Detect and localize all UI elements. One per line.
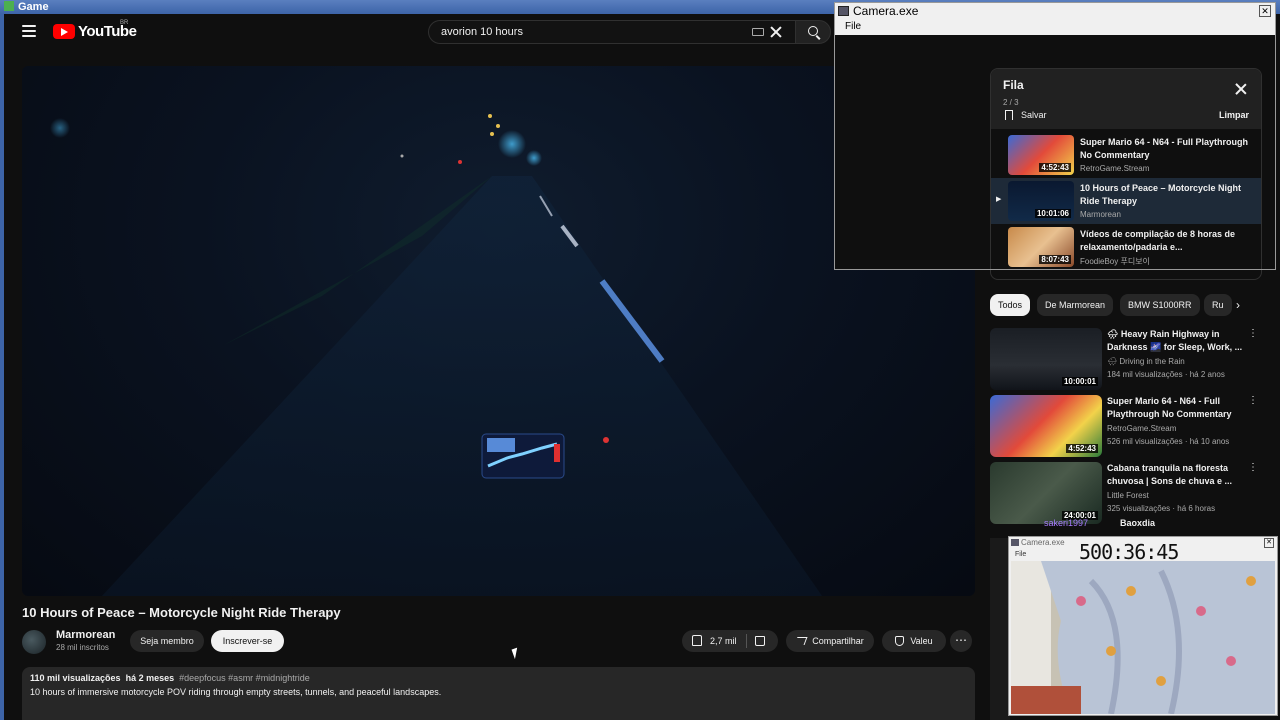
recommendation-channel: Little Forest <box>1107 491 1149 500</box>
more-vert-icon[interactable]: ⋮ <box>1248 462 1258 473</box>
more-vert-icon[interactable]: ⋮ <box>1248 395 1258 406</box>
filter-chips: Todos De Marmorean BMW S1000RR Ru › <box>990 294 1262 316</box>
description-text: 10 hours of immersive motorcycle POV rid… <box>30 687 442 697</box>
share-button[interactable]: Compartilhar <box>786 630 874 652</box>
recommendation-channel: RetroGame.Stream <box>1107 424 1177 433</box>
view-count: 110 mil visualizações <box>30 673 121 683</box>
channel-name[interactable]: Marmorean <box>56 629 115 641</box>
dislike-icon[interactable] <box>755 636 765 646</box>
recommendation-duration: 4:52:43 <box>1066 444 1098 453</box>
youtube-play-icon <box>53 24 75 39</box>
camera-window-body <box>835 35 989 269</box>
subscriber-count: 28 mil inscritos <box>56 643 109 652</box>
recommendation-thumbnail: 24:00:01 <box>990 462 1102 524</box>
search-input[interactable]: avorion 10 hours <box>428 20 795 44</box>
camera-app-icon <box>1011 539 1019 546</box>
recommendation-meta: 325 visualizações · há 6 horas <box>1107 504 1216 513</box>
channel-avatar[interactable] <box>22 630 46 654</box>
thanks-button[interactable]: Valeu <box>882 630 946 652</box>
chip-bmw[interactable]: BMW S1000RR <box>1120 294 1200 316</box>
like-dislike-group: 2,7 mil <box>682 630 778 652</box>
video-title: 10 Hours of Peace – Motorcycle Night Rid… <box>22 605 341 620</box>
search-query: avorion 10 hours <box>441 26 523 38</box>
overlay-chat-text: Baoxdia <box>1120 518 1156 528</box>
subscribe-button[interactable]: Inscrever-se <box>211 630 284 652</box>
chip-all[interactable]: Todos <box>990 294 1031 316</box>
recommendation-item[interactable]: 10:00:01 🌧 Heavy Rain Highway in Darknes… <box>990 328 1262 390</box>
recommendation-channel: 🌧 Driving in the Rain <box>1107 357 1185 366</box>
close-window-button[interactable]: ✕ <box>1264 538 1274 548</box>
share-label: Compartilhar <box>812 636 864 646</box>
chip-partial[interactable]: Ru <box>1204 294 1232 316</box>
more-actions-button[interactable]: ⋯ <box>950 630 972 652</box>
recommendation-thumbnail: 10:00:01 <box>990 328 1102 390</box>
video-player[interactable] <box>22 66 975 596</box>
like-count[interactable]: 2,7 mil <box>710 630 737 652</box>
recommendation-item[interactable]: 24:00:01 Cabana tranquila na floresta ch… <box>990 462 1262 524</box>
chevron-right-icon[interactable]: › <box>1236 298 1240 312</box>
like-icon[interactable] <box>692 635 702 646</box>
search-button[interactable] <box>795 20 831 44</box>
keyboard-icon[interactable] <box>752 28 764 36</box>
recommendation-thumbnail: 4:52:43 <box>990 395 1102 457</box>
recommendation-item[interactable]: 4:52:43 Super Mario 64 - N64 - Full Play… <box>990 395 1262 457</box>
chip-from-channel[interactable]: De Marmorean <box>1037 294 1114 316</box>
recommendation-title: 🌧 Heavy Rain Highway in Darkness 🌌 for S… <box>1107 329 1243 352</box>
search-icon <box>808 26 818 36</box>
region-code: BR <box>120 20 129 26</box>
webcam-feed <box>1011 561 1275 714</box>
clear-search-icon[interactable] <box>769 25 783 39</box>
camera-window-bottom: Camera.exe ✕ File 500:36:45 <box>1008 536 1278 716</box>
file-menu[interactable]: File <box>845 21 861 32</box>
camera-window-titlebar[interactable]: Camera.exe <box>835 3 1275 19</box>
menu-icon[interactable] <box>22 25 36 37</box>
video-frame <box>50 114 822 596</box>
description-box[interactable]: 110 mil visualizações há 2 meses #deepfo… <box>22 667 975 720</box>
share-icon <box>794 637 808 645</box>
webcam-image <box>1011 561 1275 714</box>
camera-app-icon <box>838 6 849 16</box>
camera-window-top: Camera.exe ✕ File <box>834 2 1276 270</box>
overlay-chat-user: sakeri1997 <box>1044 518 1089 528</box>
recommendation-meta: 526 mil visualizações · há 10 anos <box>1107 437 1230 446</box>
camera-window-title: Camera.exe <box>853 4 919 18</box>
recommendation-meta: 184 mil visualizações · há 2 anos <box>1107 370 1225 379</box>
recommendation-title: Super Mario 64 - N64 - Full Playthrough … <box>1107 396 1232 419</box>
partial-thumbnails <box>990 538 1010 720</box>
like-divider <box>746 634 747 648</box>
upload-age: há 2 meses <box>125 673 175 683</box>
join-button[interactable]: Seja membro <box>130 630 204 652</box>
channel-row: Marmorean 28 mil inscritos Seja membro I… <box>22 628 975 654</box>
host-window-title: Game <box>18 1 49 13</box>
recommendation-title: Cabana tranquila na floresta chuvosa | S… <box>1107 463 1233 486</box>
file-menu[interactable]: File <box>1015 551 1026 558</box>
game-icon <box>4 1 14 11</box>
thanks-icon <box>895 636 905 646</box>
thanks-label: Valeu <box>910 636 933 646</box>
recommendation-duration: 10:00:01 <box>1061 377 1098 386</box>
more-vert-icon[interactable]: ⋮ <box>1248 328 1258 339</box>
close-window-button[interactable]: ✕ <box>1259 5 1271 17</box>
hashtags[interactable]: #deepfocus #asmr #midnightride <box>179 673 310 683</box>
description-meta: 110 mil visualizações há 2 meses #deepfo… <box>30 673 967 683</box>
camera-menu-bar: File <box>835 19 1275 35</box>
camera-window-title: Camera.exe <box>1021 538 1065 547</box>
